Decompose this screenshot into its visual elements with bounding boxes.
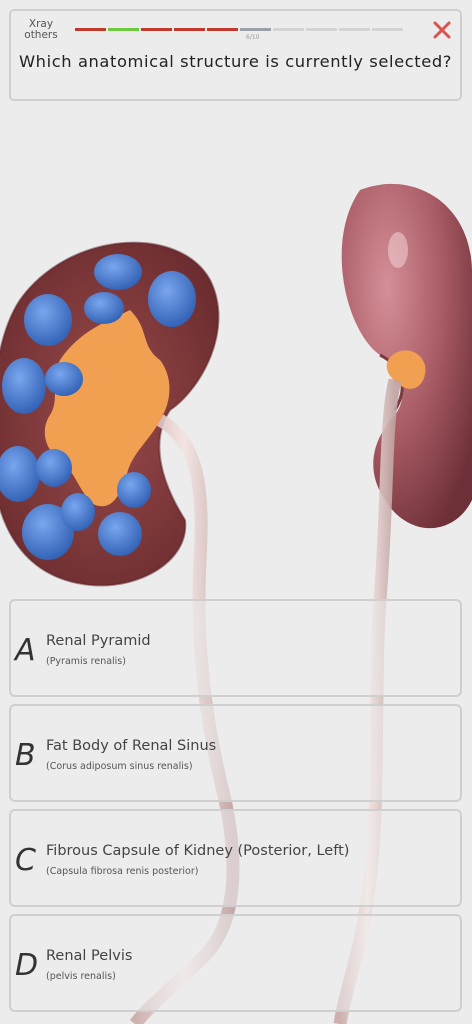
answer-option-d[interactable]: D Renal Pelvis (pelvis renalis) [9,914,462,1012]
right-kidney[interactable] [341,183,472,529]
question-header: Xray others 6/10 Which anatomical struct… [9,9,462,101]
category-label: Xray others [24,18,58,41]
answer-latin-name: (Corus adiposum sinus renalis) [46,761,193,772]
progress-segment [207,28,238,31]
progress-segment [273,28,304,31]
answer-letter: A [15,633,36,668]
progress-segment [174,28,205,31]
answer-letter: B [15,738,36,773]
progress-segment [75,28,106,31]
progress-segment [306,28,337,31]
progress-segment [372,28,403,31]
answer-latin-name: (Pyramis renalis) [46,656,126,667]
answer-option-c[interactable]: C Fibrous Capsule of Kidney (Posterior, … [9,809,462,907]
answer-name: Fibrous Capsule of Kidney (Posterior, Le… [46,843,350,859]
answer-name: Renal Pelvis [46,948,133,964]
progress-segment [339,28,370,31]
answer-latin-name: (Capsula fibrosa renis posterior) [46,866,199,877]
answer-letter: C [15,843,36,878]
answer-latin-name: (pelvis renalis) [46,971,116,982]
answer-letter: D [15,948,39,983]
answer-option-b[interactable]: B Fat Body of Renal Sinus (Corus adiposu… [9,704,462,802]
question-text: Which anatomical structure is currently … [18,52,453,71]
progress-segment [240,28,271,31]
close-x-icon[interactable] [431,19,453,41]
progress-segment [108,28,139,31]
progress-segment [141,28,172,31]
answer-name: Renal Pyramid [46,633,151,649]
progress-bar [75,28,405,31]
progress-counter: 6/10 [246,34,260,41]
answer-option-a[interactable]: A Renal Pyramid (Pyramis renalis) [9,599,462,697]
answer-name: Fat Body of Renal Sinus [46,738,217,754]
